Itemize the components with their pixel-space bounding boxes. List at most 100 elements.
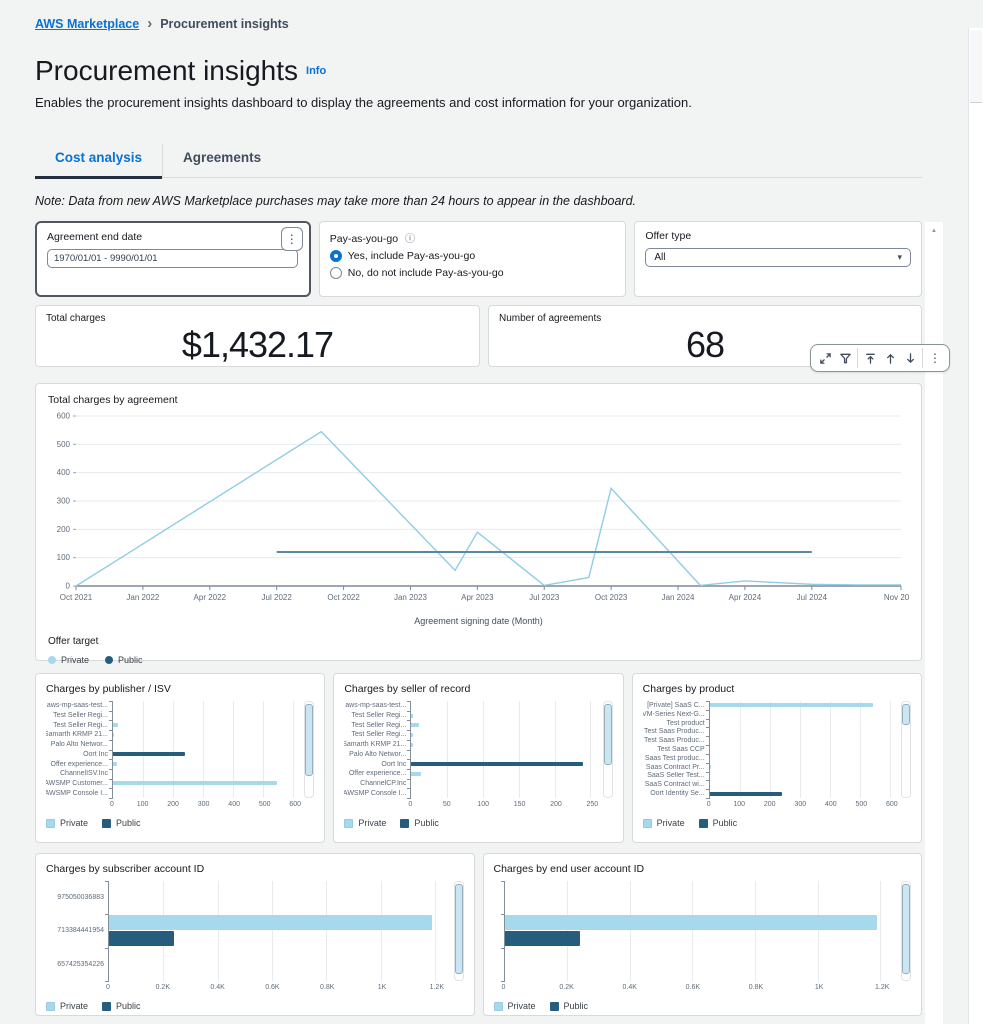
radio-option-yes[interactable]: Yes, include Pay-as-you-go bbox=[329, 250, 616, 262]
bar-row[interactable] bbox=[113, 779, 299, 789]
info-circle-icon[interactable]: ⓘ bbox=[405, 234, 415, 245]
legend-item-private[interactable]: Private bbox=[493, 1001, 536, 1011]
bar-row[interactable] bbox=[505, 881, 897, 914]
bar-row[interactable] bbox=[411, 740, 597, 750]
bar-row[interactable] bbox=[113, 730, 299, 740]
kpi-label: Number of agreements bbox=[499, 313, 602, 324]
bar-private[interactable] bbox=[411, 742, 414, 747]
legend-item-public[interactable]: Public bbox=[549, 1001, 588, 1011]
bar-row[interactable] bbox=[710, 745, 896, 754]
bar-row[interactable] bbox=[113, 701, 299, 711]
bar-row[interactable] bbox=[710, 780, 896, 789]
info-link[interactable]: Info bbox=[306, 65, 326, 77]
legend-item-public[interactable]: Public bbox=[102, 818, 141, 828]
bar-public[interactable] bbox=[411, 762, 584, 767]
bar-row[interactable] bbox=[113, 750, 299, 760]
bar-row[interactable] bbox=[710, 719, 896, 728]
bar-private[interactable] bbox=[411, 771, 421, 776]
line-chart-plot[interactable]: 0 100 200 300 400 500 600 Oct 2021 Jan 2022 Apr 2… bbox=[48, 406, 919, 616]
bar-row[interactable] bbox=[411, 720, 597, 730]
bar-row[interactable] bbox=[109, 881, 449, 914]
bar-private[interactable] bbox=[411, 723, 419, 728]
bar-chart-plot[interactable]: 0 0.2K 0.4K 0.6K 0.8K 1K 1.2K bbox=[494, 881, 911, 992]
arrow-up-icon[interactable] bbox=[880, 348, 900, 368]
bar-row[interactable] bbox=[505, 948, 897, 981]
kebab-menu-icon[interactable]: ⋮ bbox=[280, 227, 303, 251]
filter-funnel-icon[interactable] bbox=[835, 348, 855, 368]
legend-item-private[interactable]: Private bbox=[344, 818, 386, 828]
bar-row[interactable] bbox=[710, 736, 896, 745]
chart-scrollbar[interactable] bbox=[900, 701, 911, 798]
bar-row[interactable] bbox=[710, 727, 896, 736]
move-to-top-icon[interactable] bbox=[860, 348, 880, 368]
expand-icon[interactable] bbox=[815, 348, 835, 368]
legend-item-public[interactable]: Public bbox=[105, 655, 143, 665]
bar-private[interactable] bbox=[113, 781, 277, 786]
page-scrollbar[interactable] bbox=[968, 28, 983, 1024]
kebab-menu-icon[interactable]: ⋮ bbox=[925, 348, 945, 368]
bar-row[interactable] bbox=[710, 772, 896, 781]
date-range-input[interactable] bbox=[47, 249, 298, 268]
legend-item-private[interactable]: Private bbox=[642, 818, 685, 828]
legend-item-public[interactable]: Public bbox=[102, 1001, 141, 1011]
bar-chart-plot[interactable]: aws-mp-saas-test... Test Seller Regi... Te… bbox=[46, 701, 315, 809]
bar-row[interactable] bbox=[411, 759, 597, 769]
bar-row[interactable] bbox=[109, 914, 449, 947]
bar-chart-plot[interactable]: 975050036883 713384441954 657425354226 0 0.2… bbox=[46, 881, 464, 992]
radio-option-no[interactable]: No, do not include Pay-as-you-go bbox=[329, 267, 616, 279]
bar-row[interactable] bbox=[411, 779, 597, 789]
bar-private[interactable] bbox=[109, 915, 433, 931]
bar-row[interactable] bbox=[504, 914, 897, 947]
arrow-down-icon[interactable] bbox=[900, 348, 920, 368]
legend-item-private[interactable]: Private bbox=[48, 655, 89, 665]
chart-scrollbar[interactable] bbox=[602, 701, 613, 798]
bar-row[interactable] bbox=[113, 711, 299, 721]
breadcrumb-link-aws-marketplace[interactable]: AWS Marketplace bbox=[35, 17, 139, 31]
bar-row[interactable] bbox=[411, 750, 597, 760]
bar-row[interactable] bbox=[411, 730, 597, 740]
chart-scrollbar[interactable] bbox=[901, 881, 911, 981]
dashboard-scrollbar[interactable]: ▲ bbox=[925, 222, 943, 1024]
legend-item-private[interactable]: Private bbox=[46, 1001, 88, 1011]
legend-item-public[interactable]: Public bbox=[698, 818, 737, 828]
tab-agreements[interactable]: Agreements bbox=[162, 144, 281, 177]
bar-public[interactable] bbox=[504, 931, 580, 947]
bar-private[interactable] bbox=[709, 765, 712, 770]
bar-row[interactable] bbox=[113, 759, 299, 769]
bar-private[interactable] bbox=[504, 915, 878, 931]
filter-label: Agreement end date bbox=[47, 231, 143, 243]
bar-private[interactable] bbox=[113, 762, 117, 767]
bar-row[interactable] bbox=[411, 701, 597, 711]
bar-row[interactable] bbox=[709, 763, 896, 772]
chart-scrollbar[interactable] bbox=[453, 881, 464, 981]
bar-row[interactable] bbox=[113, 769, 299, 779]
bar-public[interactable] bbox=[113, 752, 186, 757]
bar-row[interactable] bbox=[411, 788, 597, 798]
bar-row[interactable] bbox=[411, 711, 597, 721]
bar-chart-plot[interactable]: aws-mp-saas-test... Test Seller Regi... Te… bbox=[344, 701, 613, 809]
bar-private[interactable] bbox=[709, 703, 874, 708]
offer-type-select[interactable]: All ▾ bbox=[645, 248, 911, 267]
chart-scrollbar[interactable] bbox=[304, 701, 315, 798]
bar-private[interactable] bbox=[411, 713, 414, 718]
bar-row[interactable] bbox=[113, 720, 299, 730]
bar-row[interactable] bbox=[709, 701, 896, 710]
tab-cost-analysis[interactable]: Cost analysis bbox=[35, 144, 163, 179]
bar-private[interactable] bbox=[411, 732, 413, 737]
bar-row[interactable] bbox=[411, 769, 597, 779]
scroll-up-icon[interactable]: ▲ bbox=[925, 222, 943, 234]
scrollbar-thumb[interactable] bbox=[970, 30, 982, 103]
bar-private[interactable] bbox=[113, 732, 115, 737]
bar-private[interactable] bbox=[113, 723, 118, 728]
legend-item-public[interactable]: Public bbox=[400, 818, 439, 828]
bar-row[interactable] bbox=[710, 710, 896, 719]
legend-item-private[interactable]: Private bbox=[46, 818, 88, 828]
bar-public[interactable] bbox=[109, 931, 175, 947]
bar-row[interactable] bbox=[709, 789, 896, 798]
bar-chart-plot[interactable]: [Private] SaaS C... VM-Series Next-G... Te… bbox=[643, 701, 911, 809]
bar-row[interactable] bbox=[113, 788, 299, 798]
bar-row[interactable] bbox=[109, 948, 449, 981]
bar-public[interactable] bbox=[709, 791, 782, 796]
bar-row[interactable] bbox=[710, 754, 896, 763]
bar-row[interactable] bbox=[113, 740, 299, 750]
